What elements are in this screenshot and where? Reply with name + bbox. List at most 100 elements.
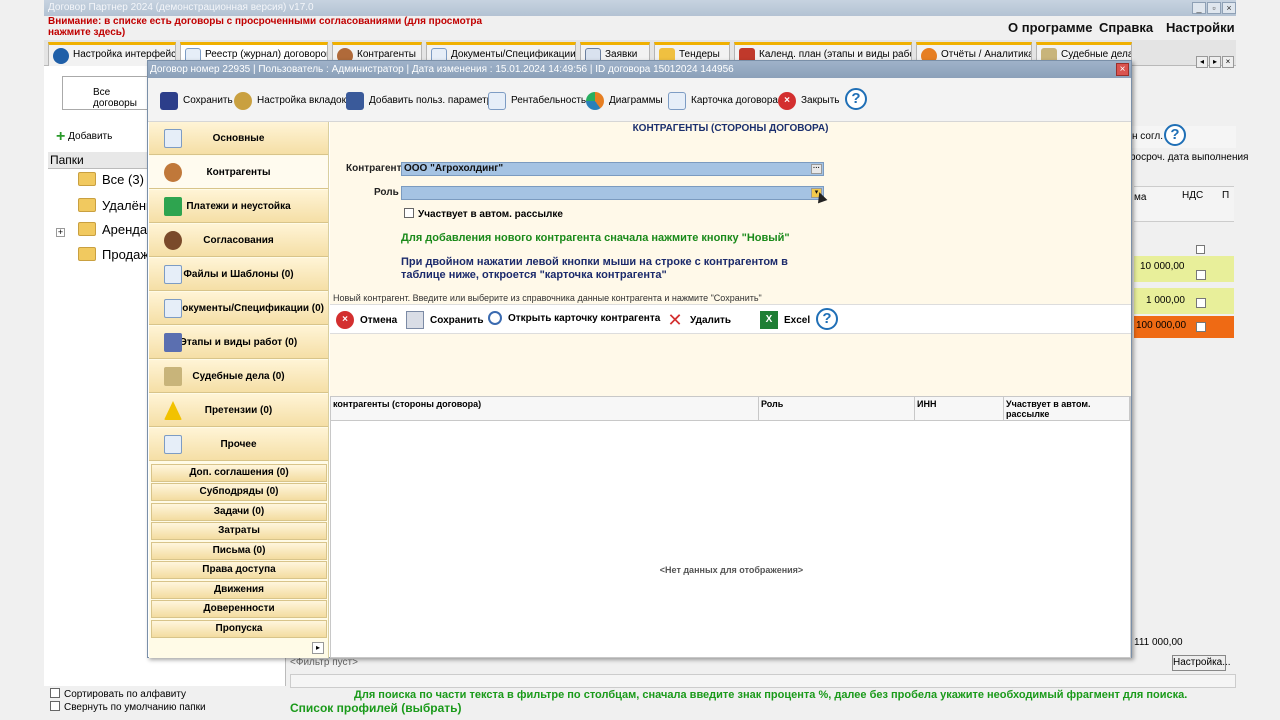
app-title: Договор Партнер 2024 (демонстрационная в… [48, 2, 314, 13]
nav-documents[interactable]: Документы/Спецификации (0) [149, 292, 328, 325]
expand-icon[interactable]: + [56, 228, 65, 237]
nav-counterparties[interactable]: Контрагенты [149, 156, 328, 189]
help-icon: ? [816, 308, 838, 330]
row-value: 100 000,00 [1136, 320, 1187, 331]
save-button[interactable]: Сохранить [160, 92, 233, 110]
col-mailing[interactable]: Участвует в автом. рассылке [1004, 397, 1130, 421]
nav-files[interactable]: Файлы и Шаблоны (0) [149, 258, 328, 291]
nav-addenda[interactable]: Доп. соглашения (0) [151, 464, 327, 482]
folder-sales[interactable]: Продажи [78, 247, 156, 262]
plus-icon: + [56, 128, 66, 145]
add-param-button[interactable]: Добавить польз. параметр [346, 92, 492, 110]
tab-all-contracts[interactable]: Все договоры [62, 76, 152, 110]
nav-letters[interactable]: Письма (0) [151, 542, 327, 560]
nav-passes[interactable]: Пропуска [151, 620, 327, 638]
role-input[interactable]: ▾ [401, 186, 824, 200]
cancel-button[interactable]: × Отмена [336, 311, 397, 329]
double-click-hint: При двойном нажатии левой кнопки мыши на… [401, 256, 788, 281]
grid-settings-button[interactable]: Настройка... [1172, 655, 1231, 671]
counterparty-toolbar: × Отмена Сохранить Открыть карточку контр… [330, 304, 1131, 334]
ellipsis-icon: ··· [811, 164, 822, 174]
menu-help[interactable]: Справка [1099, 20, 1153, 35]
col-role[interactable]: Роль [759, 397, 915, 421]
open-card-button[interactable]: Открыть карточку контрагента [488, 311, 660, 325]
excel-icon: X [760, 311, 778, 329]
mailing-checkbox[interactable]: Участвует в автом. рассылке [404, 208, 563, 220]
counterparty-input[interactable]: ООО "Агрохолдинг" ··· [401, 162, 824, 176]
save-counterparty-button[interactable]: Сохранить [406, 311, 484, 329]
document-icon [164, 265, 182, 284]
info-icon [53, 48, 69, 64]
nav-powers-of-attorney[interactable]: Доверенности [151, 600, 327, 618]
nav-scroll-icon[interactable]: ▸ [312, 642, 324, 654]
collapse-folders-checkbox[interactable]: Свернуть по умолчанию папки [50, 701, 206, 713]
nds-checkbox[interactable] [1196, 298, 1206, 308]
help-icon-bg[interactable]: ? [1164, 124, 1186, 146]
stack-icon [164, 333, 182, 352]
nds-checkbox[interactable] [1196, 322, 1206, 332]
checklist-icon [164, 435, 182, 454]
menu-about[interactable]: О программе [1008, 20, 1093, 35]
dialog-close-icon[interactable]: × [1116, 63, 1129, 76]
menu-settings[interactable]: Настройки [1166, 20, 1235, 35]
help-button[interactable]: ? [816, 308, 838, 330]
row-value: 10 000,00 [1140, 261, 1185, 272]
scroll-left-icon[interactable]: ◂ [1196, 56, 1208, 68]
delete-x-icon: ✕ [667, 310, 683, 330]
row-value: 1 000,00 [1146, 295, 1185, 306]
search-hint: Для поиска по части текста в фильтре по … [354, 689, 1188, 701]
section-title: КОНТРАГЕНТЫ (СТОРОНЫ ДОГОВОРА) [632, 123, 829, 134]
folder-icon [78, 222, 96, 236]
charts-button[interactable]: Диаграммы [586, 92, 663, 110]
nav-court[interactable]: Судебные дела (0) [149, 360, 328, 393]
counterparties-grid: контрагенты (стороны договора) Роль ИНН … [330, 396, 1131, 658]
help-button[interactable]: ? [845, 88, 867, 110]
minimize-button[interactable]: _ [1192, 2, 1206, 14]
nav-stages[interactable]: Этапы и виды работ (0) [149, 326, 328, 359]
contract-card-button[interactable]: Карточка договора [668, 92, 778, 110]
magnifier-icon [488, 311, 502, 325]
right-col-overdue: росроч. дата выполнения [1130, 152, 1249, 163]
contract-dialog: Договор номер 22935 | Пользователь : Адм… [147, 60, 1132, 658]
close-tab-icon[interactable]: × [1222, 56, 1234, 68]
floppy-icon [160, 92, 178, 110]
nav-subcontracts[interactable]: Субподряды (0) [151, 483, 327, 501]
nav-basic[interactable]: Основные [149, 122, 328, 155]
grid-icon [346, 92, 364, 110]
nav-approvals[interactable]: Согласования [149, 224, 328, 257]
profiles-link[interactable]: Список профилей (выбрать) [290, 701, 462, 715]
overdue-warning[interactable]: Внимание: в списке есть договоры с проср… [48, 16, 488, 38]
document-icon [164, 299, 182, 318]
maximize-button[interactable]: ▫ [1207, 2, 1221, 14]
add-button[interactable]: + Добавить [56, 128, 112, 146]
document-icon [488, 92, 506, 110]
nds-checkbox[interactable] [1196, 270, 1206, 280]
folder-icon [78, 172, 96, 186]
folder-icon [78, 198, 96, 212]
nav-payments[interactable]: Платежи и неустойка [149, 190, 328, 223]
col-counterparty[interactable]: контрагенты (стороны договора) [331, 397, 759, 421]
tab-settings-button[interactable]: Настройка вкладок [234, 92, 346, 110]
col-inn[interactable]: ИНН [915, 397, 1004, 421]
document-icon [164, 129, 182, 148]
folder-all[interactable]: Все (3) [78, 172, 144, 187]
sort-alpha-checkbox[interactable]: Сортировать по алфавиту [50, 688, 186, 700]
scroll-right-icon[interactable]: ▸ [1209, 56, 1221, 68]
excel-button[interactable]: X Excel [760, 311, 810, 329]
folder-rent[interactable]: Аренда [78, 222, 147, 237]
person-icon [164, 231, 182, 250]
filter-checkbox[interactable] [1196, 245, 1205, 254]
nav-claims[interactable]: Претензии (0) [149, 394, 328, 427]
close-button[interactable]: × Закрыть [778, 92, 840, 110]
nav-other[interactable]: Прочее [149, 428, 328, 461]
filter-bar[interactable]: <Фильтр пуст> [290, 657, 1236, 673]
profitability-button[interactable]: Рентабельность [488, 92, 586, 110]
delete-button[interactable]: ✕ Удалить [666, 311, 731, 329]
nav-costs[interactable]: Затраты [151, 522, 327, 540]
horizontal-scrollbar[interactable] [290, 674, 1236, 688]
nav-tasks[interactable]: Задачи (0) [151, 503, 327, 521]
nav-access-rights[interactable]: Права доступа [151, 561, 327, 579]
close-app-button[interactable]: × [1222, 2, 1236, 14]
nav-movements[interactable]: Движения [151, 581, 327, 599]
scales-icon [164, 367, 182, 386]
